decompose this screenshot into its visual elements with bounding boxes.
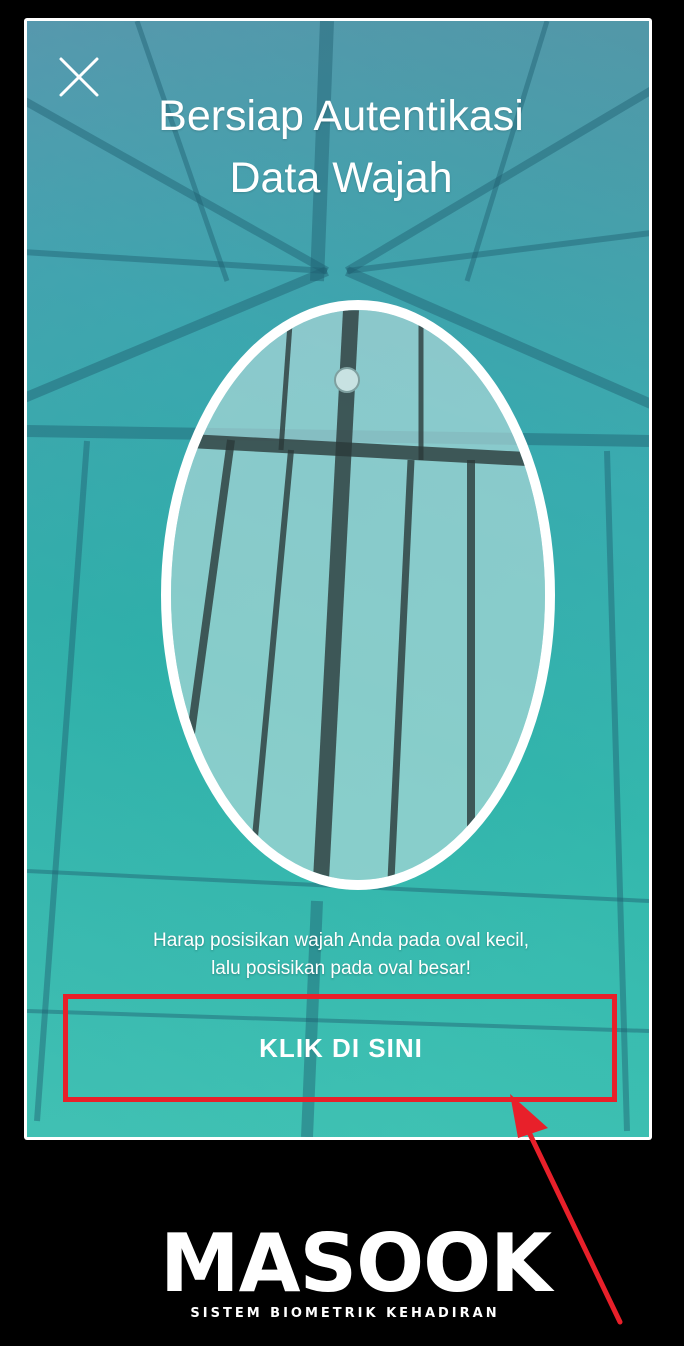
instruction-text: Harap posisikan wajah Anda pada oval kec… bbox=[67, 927, 615, 983]
page-title: Bersiap Autentikasi Data Wajah bbox=[67, 85, 615, 209]
brand-tagline: SISTEM BIOMETRIK KEHADIRAN bbox=[190, 1306, 500, 1321]
instruction-line-2: lalu posisikan pada oval besar! bbox=[211, 958, 471, 979]
instruction-line-1: Harap posisikan wajah Anda pada oval kec… bbox=[152, 930, 529, 951]
face-oval-guide bbox=[161, 300, 555, 890]
face-oval-camera-view bbox=[171, 310, 545, 880]
click-here-button[interactable]: KLIK DI SINI bbox=[67, 1003, 615, 1093]
brand-logo-block: MASOOK SISTEM BIOMETRIK KEHADIRAN bbox=[160, 1217, 552, 1326]
title-line-1: Bersiap Autentikasi bbox=[158, 92, 524, 140]
page: Bersiap Autentikasi Data Wajah Harap pos… bbox=[0, 0, 684, 1346]
camera-preview: Bersiap Autentikasi Data Wajah Harap pos… bbox=[27, 21, 649, 1137]
title-line-2: Data Wajah bbox=[229, 154, 453, 202]
app-screenshot-frame: Bersiap Autentikasi Data Wajah Harap pos… bbox=[24, 18, 652, 1140]
brand-logo: MASOOK bbox=[160, 1217, 552, 1310]
